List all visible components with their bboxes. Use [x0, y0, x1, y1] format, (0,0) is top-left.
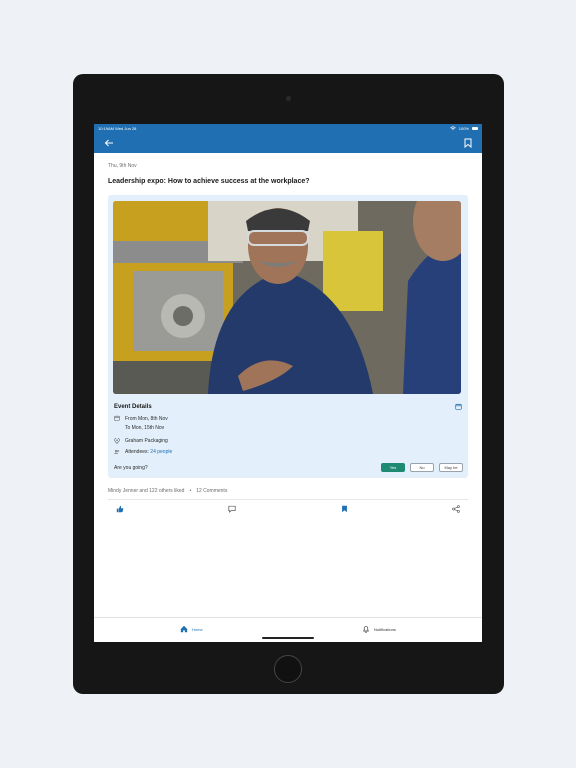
calendar-add-icon[interactable] — [455, 403, 462, 410]
post-actions — [108, 505, 468, 513]
post-date: Thu, 9th Nov — [108, 163, 137, 169]
post-content: Thu, 9th Nov Leadership expo: How to ach… — [94, 163, 482, 513]
rsvp-row: Are you going? Yes No May be — [113, 463, 463, 472]
status-time: 10:19AM Wed Jun 28 — [98, 125, 137, 131]
rsvp-yes-button[interactable]: Yes — [381, 463, 405, 472]
hardware-home-button[interactable] — [274, 655, 302, 683]
people-icon — [114, 449, 120, 455]
back-arrow-icon[interactable] — [104, 139, 114, 147]
save-post-icon[interactable] — [341, 505, 348, 513]
nav-home-label: Home — [192, 626, 203, 632]
app-screen: 10:19AM Wed Jun 28 100% Thu, 9th Nov Lea… — [94, 124, 482, 642]
home-icon — [180, 625, 188, 633]
post-title: Leadership expo: How to achieve success … — [108, 178, 310, 185]
likes-summary[interactable]: Mindy Jenner and 122 others liked — [108, 488, 184, 494]
rsvp-question: Are you going? — [114, 464, 148, 471]
calendar-icon — [114, 415, 120, 421]
thumbs-up-icon[interactable] — [116, 505, 124, 513]
rsvp-maybe-button[interactable]: May be — [439, 463, 463, 472]
event-date-from: From Mon, 8th Nov — [125, 416, 168, 422]
share-icon[interactable] — [452, 505, 460, 513]
nav-home[interactable]: Home — [180, 625, 203, 633]
attendees-link[interactable]: 24 people — [150, 449, 172, 455]
comment-icon[interactable] — [228, 505, 236, 513]
event-location: Graham Packaging — [113, 438, 463, 444]
bell-icon — [362, 626, 370, 633]
event-dates: From Mon, 8th Nov To Mon, 15th Nov — [113, 415, 463, 433]
tablet-frame: 10:19AM Wed Jun 28 100% Thu, 9th Nov Lea… — [73, 74, 504, 694]
location-pin-icon — [114, 438, 120, 444]
comments-count[interactable]: 12 Comments — [196, 488, 227, 494]
battery-icon — [472, 126, 478, 130]
home-indicator[interactable] — [262, 637, 314, 639]
battery-percent: 100% — [458, 125, 469, 131]
app-bar — [94, 132, 482, 153]
status-bar: 10:19AM Wed Jun 28 100% — [94, 124, 482, 132]
bookmark-icon[interactable] — [464, 138, 472, 148]
divider — [108, 499, 468, 500]
nav-notifications-label: Notifications — [374, 626, 396, 632]
engagement-stats: Mindy Jenner and 122 others liked • 12 C… — [108, 488, 228, 494]
attendees-label: Attendees: — [125, 449, 149, 455]
event-date-to: To Mon, 15th Nov — [125, 425, 165, 431]
event-location-text: Graham Packaging — [125, 438, 168, 444]
camera-dot — [286, 96, 291, 101]
bottom-navigation: Home Notifications — [94, 617, 482, 642]
nav-notifications[interactable]: Notifications — [362, 625, 396, 633]
event-details-heading: Event Details — [114, 403, 152, 410]
event-photo[interactable] — [113, 201, 461, 394]
wifi-icon — [450, 125, 456, 130]
event-attendees: Attendees: 24 people — [113, 449, 463, 455]
rsvp-no-button[interactable]: No — [410, 463, 434, 472]
event-card: Event Details From Mon, 8th Nov To Mon, … — [108, 195, 468, 478]
